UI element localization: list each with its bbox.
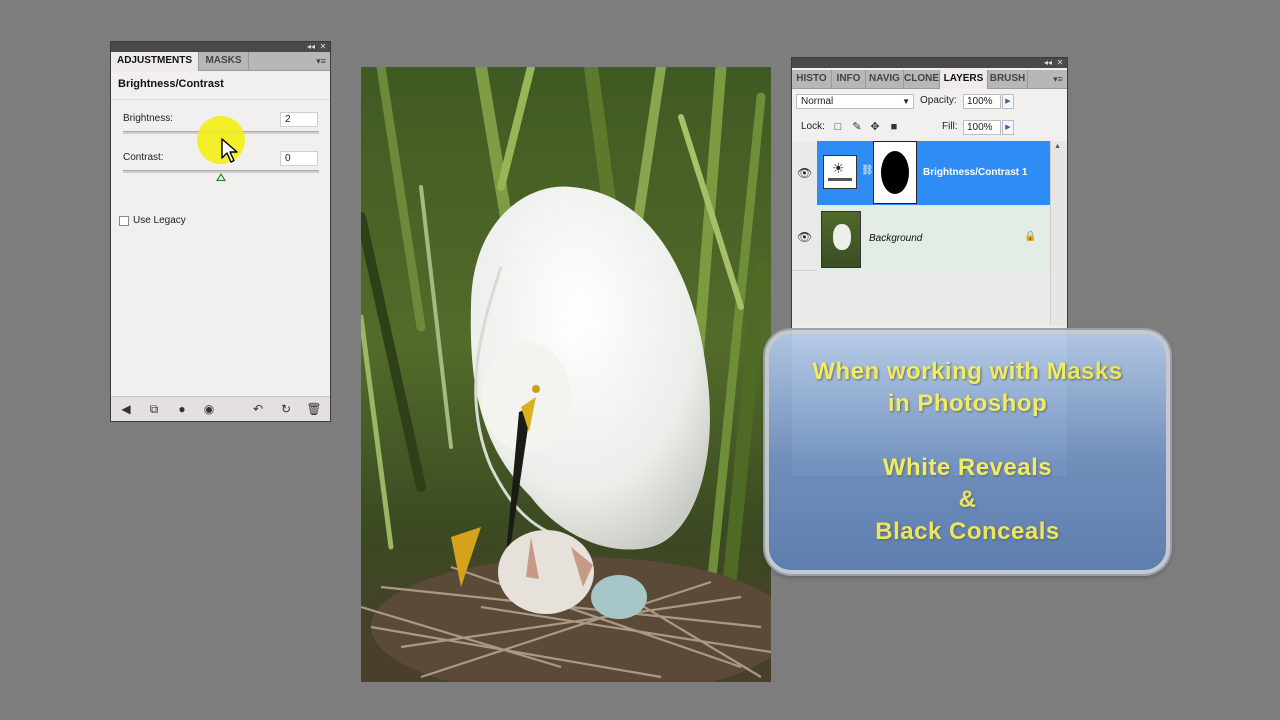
overlay-line-2: in Photoshop [887, 390, 1048, 417]
lock-options-row: Lock: □ ✎ ✥ ■ Fill: 100% ▶ [792, 117, 1067, 139]
overlay-line-5: Black Conceals [875, 518, 1060, 545]
adjustment-slider-glyph [828, 178, 852, 181]
background-thumbnail[interactable] [821, 211, 861, 268]
tab-adjustments[interactable]: ADJUSTMENTS [111, 52, 199, 71]
adjustment-thumbnail[interactable]: ☀ [823, 155, 857, 189]
collapse-icon[interactable]: ◂◂ [1043, 58, 1053, 68]
scroll-up-icon[interactable]: ▲ [1054, 143, 1061, 150]
layer-row-brightness-contrast[interactable]: 👁 ☀ ⛓ Brightness/Contrast 1 [792, 141, 1050, 205]
fill-label: Fill: [942, 121, 958, 132]
adjustments-panel-titlebar[interactable]: ◂◂ ✕ [111, 42, 330, 52]
title-divider [111, 99, 330, 100]
fill-arrow-icon[interactable]: ▶ [1002, 120, 1014, 135]
adjustments-bottom-bar: ◀ ⧉ ● ◉ ↶ ↻ 🗑 [111, 396, 330, 421]
clip-layer-icon[interactable]: ⧉ [146, 401, 162, 417]
use-legacy-label: Use Legacy [133, 215, 186, 226]
layer-row-background[interactable]: 👁 Background 🔒 [792, 205, 1050, 271]
overlay-line-4: & [958, 486, 977, 513]
layer-list-scrollbar[interactable]: ▲ [1050, 141, 1067, 326]
blend-mode-value: Normal [801, 96, 834, 107]
tab-history[interactable]: HISTO [792, 70, 832, 88]
adjustments-tabbar: ADJUSTMENTS MASKS ▾≡ [111, 52, 330, 71]
mouse-pointer-icon [221, 138, 238, 163]
brightness-sun-icon: ☀ [832, 160, 845, 176]
lock-label: Lock: [801, 121, 825, 132]
overlay-line-1: When working with Masks [812, 358, 1123, 385]
lock-position-move-icon[interactable]: ✥ [869, 121, 881, 133]
thumbnail-egret-shape [833, 224, 851, 250]
tab-layers[interactable]: LAYERS [940, 70, 988, 89]
photo-canvas [361, 67, 771, 682]
layer-lock-icon: 🔒 [1024, 231, 1037, 242]
adjustments-panel: ◂◂ ✕ ADJUSTMENTS MASKS ▾≡ Brightness/Con… [110, 41, 331, 422]
layer-visibility-eye-icon[interactable]: 👁 [797, 166, 812, 180]
back-arrow-icon[interactable]: ◀ [118, 401, 134, 417]
use-legacy-checkbox[interactable] [119, 216, 129, 226]
blend-options-row: Normal ▼ Opacity: 100% ▶ [792, 91, 1067, 113]
overlay-line-3: White Reveals [882, 454, 1053, 481]
layer-name[interactable]: Background [869, 233, 922, 244]
blend-mode-select[interactable]: Normal ▼ [796, 94, 914, 109]
tab-clone-source[interactable]: CLONE [904, 70, 940, 88]
opacity-field[interactable]: 100% [963, 94, 1001, 109]
adjustment-title: Brightness/Contrast [118, 78, 224, 90]
tab-masks[interactable]: MASKS [199, 52, 249, 70]
lock-all-icon[interactable]: ■ [888, 121, 900, 133]
tab-navigator[interactable]: NAVIG [866, 70, 904, 88]
layer-mask-thumbnail[interactable] [873, 141, 917, 204]
contrast-slider-thumb[interactable] [216, 173, 226, 181]
refresh-icon[interactable]: ↻ [278, 401, 294, 417]
layer-visibility-eye-icon[interactable]: 👁 [797, 230, 812, 244]
layers-panel-titlebar[interactable]: ◂◂ ✕ [792, 58, 1067, 68]
panel-menu-icon[interactable]: ▾≡ [1051, 73, 1065, 85]
contrast-label: Contrast: [123, 152, 164, 163]
chevron-down-icon: ▼ [902, 97, 910, 106]
close-icon[interactable]: ✕ [1055, 58, 1065, 68]
collapse-icon[interactable]: ◂◂ [306, 42, 316, 52]
opacity-label: Opacity: [920, 95, 957, 106]
visibility-eye-icon[interactable]: ◉ [201, 401, 217, 417]
tab-brushes[interactable]: BRUSH [988, 70, 1028, 88]
lock-image-brush-icon[interactable]: ✎ [851, 121, 863, 133]
egret-nest-photo [361, 67, 771, 682]
reset-icon[interactable]: ↶ [250, 401, 266, 417]
mask-ellipse [881, 151, 909, 194]
opacity-arrow-icon[interactable]: ▶ [1002, 94, 1014, 109]
trash-icon[interactable]: 🗑 [306, 401, 322, 417]
mask-link-chain-icon[interactable]: ⛓ [861, 165, 874, 176]
lock-transparent-icon[interactable]: □ [832, 121, 844, 133]
fill-field[interactable]: 100% [963, 120, 1001, 135]
panel-menu-icon[interactable]: ▾≡ [314, 55, 328, 67]
tab-info[interactable]: INFO [832, 70, 866, 88]
close-icon[interactable]: ✕ [318, 42, 328, 52]
brightness-label: Brightness: [123, 113, 174, 124]
layer-name[interactable]: Brightness/Contrast 1 [923, 167, 1027, 178]
brightness-value-field[interactable]: 2 [280, 112, 318, 127]
view-previous-icon[interactable]: ● [174, 401, 190, 417]
contrast-value-field[interactable]: 0 [280, 151, 318, 166]
layer-list: 👁 ☀ ⛓ Brightness/Contrast 1 👁 Background… [792, 141, 1050, 326]
layers-tabbar: HISTO INFO NAVIG CLONE LAYERS BRUSH ▾≡ [792, 70, 1067, 89]
tip-overlay-box: When working with Masks in Photoshop Whi… [765, 330, 1170, 574]
